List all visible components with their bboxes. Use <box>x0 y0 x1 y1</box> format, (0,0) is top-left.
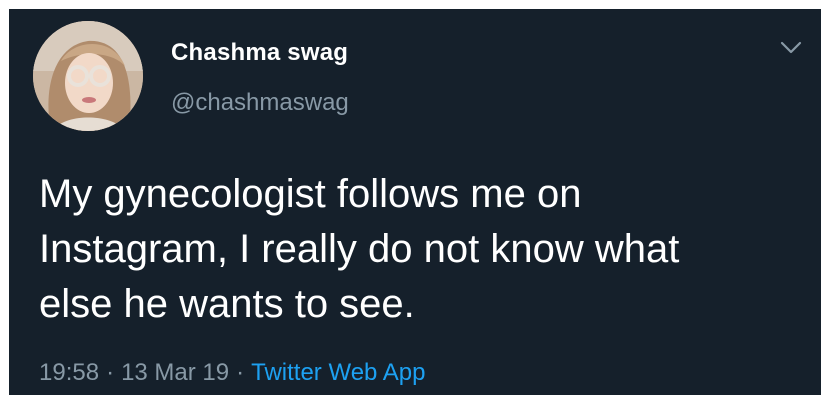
tweet-time[interactable]: 19:58 <box>39 359 99 386</box>
tweet-source-link[interactable]: Twitter Web App <box>251 359 425 386</box>
avatar-image <box>33 21 143 131</box>
meta-separator: · <box>106 359 115 386</box>
tweet-meta: 19:58 · 13 Mar 19 · Twitter Web App <box>39 359 425 387</box>
author-display-name[interactable]: Chashma swag <box>171 39 348 67</box>
tweet-date[interactable]: 13 Mar 19 <box>121 359 229 386</box>
screenshot-frame: Chashma swag @chashmaswag My gynecologis… <box>0 0 830 404</box>
tweet-card: Chashma swag @chashmaswag My gynecologis… <box>9 9 821 395</box>
author-handle[interactable]: @chashmaswag <box>171 89 349 117</box>
meta-separator: · <box>236 359 245 386</box>
chevron-down-icon[interactable] <box>779 39 803 57</box>
avatar[interactable] <box>33 21 143 131</box>
tweet-text: My gynecologist follows me on Instagram,… <box>39 172 680 326</box>
